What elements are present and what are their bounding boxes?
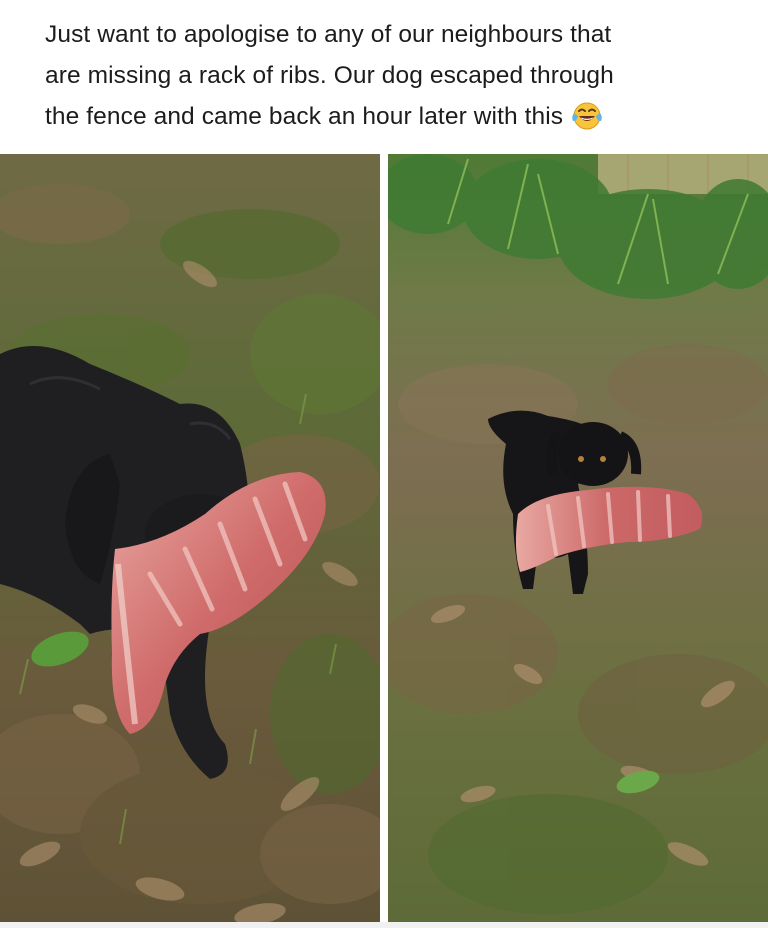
caption-line-3: the fence and came back an hour later wi…	[45, 96, 745, 137]
dog-ribs-photo-right-image	[388, 154, 768, 922]
photo-divider	[380, 154, 388, 922]
post-caption: Just want to apologise to any of our nei…	[45, 14, 745, 137]
bottom-separator	[0, 922, 768, 928]
caption-line-3-text: the fence and came back an hour later wi…	[45, 103, 564, 130]
caption-line-2: are missing a rack of ribs. Our dog esca…	[45, 62, 614, 89]
dog-ribs-photo-left[interactable]	[0, 154, 380, 922]
post-card: Just want to apologise to any of our nei…	[0, 0, 768, 928]
laughing-crying-emoji-icon	[571, 101, 603, 144]
dog-ribs-photo-left-image	[0, 154, 380, 922]
caption-line-1: Just want to apologise to any of our nei…	[45, 21, 612, 48]
dog-ribs-photo-right[interactable]	[388, 154, 768, 922]
